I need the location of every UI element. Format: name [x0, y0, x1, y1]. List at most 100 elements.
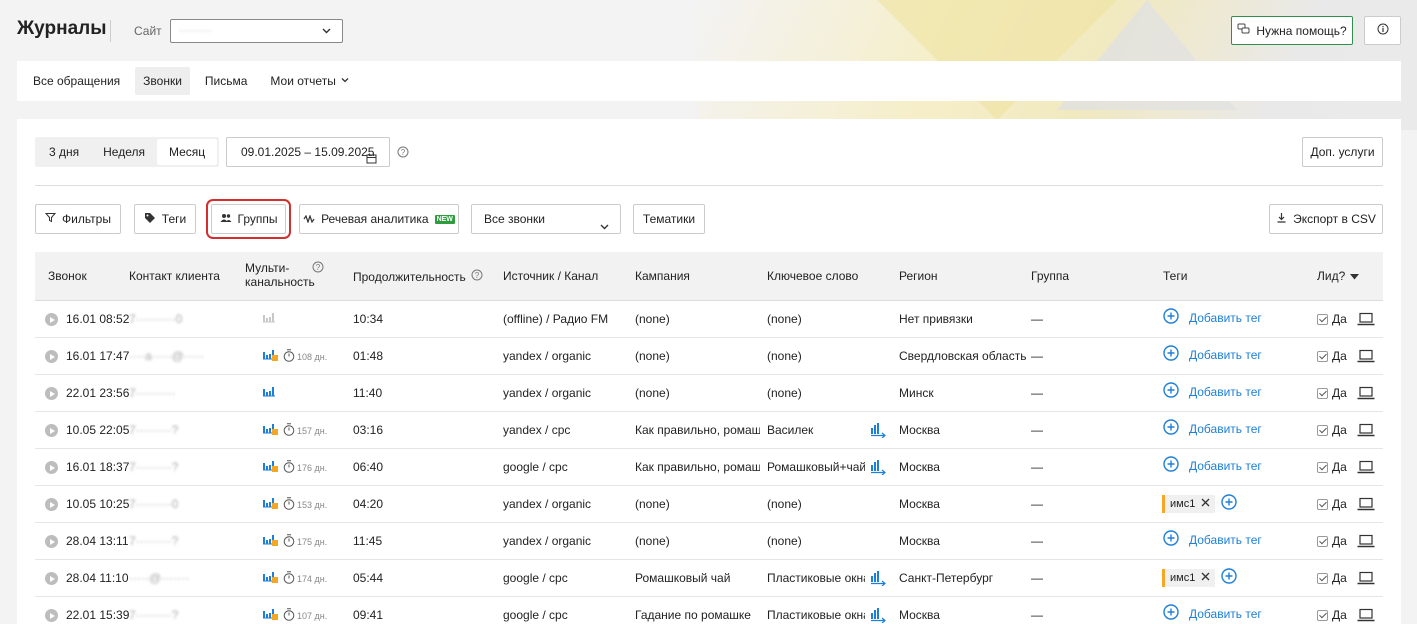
period-week[interactable]: Неделя — [91, 139, 157, 165]
laptop-icon[interactable] — [1357, 312, 1375, 329]
lead-checkbox[interactable] — [1317, 498, 1328, 510]
col-keyword[interactable]: Ключевое слово — [767, 269, 858, 283]
laptop-icon[interactable] — [1357, 534, 1375, 551]
play-icon[interactable] — [45, 535, 58, 548]
keyword-stats-icon[interactable] — [870, 607, 888, 624]
play-icon[interactable] — [45, 424, 58, 437]
lead-flag[interactable]: Да — [1317, 571, 1347, 585]
multichannel-cell[interactable]: 175 дн. — [263, 533, 327, 550]
play-icon[interactable] — [45, 461, 58, 474]
tag[interactable]: имс1 — [1162, 494, 1216, 513]
tab-calls[interactable]: Звонки — [135, 67, 190, 95]
client-contact[interactable]: 7·········? — [129, 423, 229, 437]
tab-all-requests[interactable]: Все обращения — [25, 67, 128, 95]
col-region[interactable]: Регион — [899, 269, 938, 283]
play-icon[interactable] — [45, 609, 58, 622]
add-tag-button[interactable]: Добавить тег — [1163, 456, 1262, 475]
table-row[interactable]: 22.01 23:56 7·········· 11:40 yandex / orga… — [35, 375, 1383, 412]
col-tags[interactable]: Теги — [1163, 269, 1187, 283]
laptop-icon[interactable] — [1357, 423, 1375, 440]
groups-button[interactable]: Группы — [206, 199, 291, 239]
table-row[interactable]: 16.01 18:37 7·········? 176 дн. 06:40 google… — [35, 449, 1383, 486]
export-csv-button[interactable]: Экспорт в CSV — [1269, 204, 1383, 234]
calls-type-select[interactable]: Все звонки — [471, 204, 621, 234]
info-button[interactable] — [1364, 16, 1401, 45]
lead-checkbox[interactable] — [1317, 609, 1328, 621]
laptop-icon[interactable] — [1357, 460, 1375, 477]
tags-button[interactable]: Теги — [134, 204, 196, 234]
add-tag-button[interactable]: Добавить тег — [1163, 308, 1262, 327]
laptop-icon[interactable] — [1357, 349, 1375, 366]
multichannel-cell[interactable] — [263, 311, 279, 328]
client-contact[interactable]: 7·········? — [129, 608, 229, 622]
lead-flag[interactable]: Да — [1317, 312, 1347, 326]
period-month[interactable]: Месяц — [157, 139, 218, 165]
table-row[interactable]: 10.05 22:05 7·········? 157 дн. 03:16 yandex… — [35, 412, 1383, 449]
keyword-stats-icon[interactable] — [870, 570, 888, 589]
play-icon[interactable] — [45, 572, 58, 585]
table-row[interactable]: 16.01 08:52 7··········0 10:34 (offline) / … — [35, 301, 1383, 338]
lead-checkbox[interactable] — [1317, 461, 1328, 473]
col-campaign[interactable]: Кампания — [635, 269, 690, 283]
lead-checkbox[interactable] — [1317, 535, 1328, 547]
client-contact[interactable]: 7··········0 — [129, 312, 229, 326]
speech-analytics-button[interactable]: Речевая аналитика NEW — [299, 204, 459, 234]
client-contact[interactable]: 7·········? — [129, 534, 229, 548]
lead-checkbox[interactable] — [1317, 424, 1328, 436]
play-icon[interactable] — [45, 313, 58, 326]
lead-checkbox[interactable] — [1317, 313, 1328, 325]
client-contact[interactable]: ····a·····@····· — [129, 349, 229, 363]
table-row[interactable]: 28.04 11:10 ·····@······· 174 дн. 05:44 goog… — [35, 560, 1383, 597]
site-select[interactable]: ········· — [170, 19, 343, 43]
add-tag-icon[interactable] — [1221, 494, 1238, 513]
lead-flag[interactable]: Да — [1317, 460, 1347, 474]
play-icon[interactable] — [45, 350, 58, 363]
lead-flag[interactable]: Да — [1317, 386, 1347, 400]
add-tag-button[interactable]: Добавить тег — [1163, 382, 1262, 401]
lead-checkbox[interactable] — [1317, 387, 1328, 399]
play-icon[interactable] — [45, 498, 58, 511]
help-button[interactable]: Нужна помощь? — [1231, 16, 1353, 45]
multichannel-cell[interactable]: 153 дн. — [263, 496, 327, 513]
question-icon[interactable]: ? — [312, 261, 324, 276]
table-row[interactable]: 22.01 15:39 7·········? 107 дн. 09:41 google… — [35, 597, 1383, 624]
close-icon[interactable] — [1201, 498, 1210, 510]
laptop-icon[interactable] — [1357, 386, 1375, 403]
period-3-days[interactable]: 3 дня — [37, 139, 91, 165]
extra-services-button[interactable]: Доп. услуги — [1302, 137, 1383, 167]
topics-button[interactable]: Тематики — [633, 204, 705, 234]
laptop-icon[interactable] — [1357, 497, 1375, 514]
multichannel-cell[interactable]: 174 дн. — [263, 570, 327, 587]
filters-button[interactable]: Фильтры — [35, 204, 121, 234]
client-contact[interactable]: 7·········0 — [129, 497, 229, 511]
close-icon[interactable] — [1201, 572, 1210, 584]
tab-emails[interactable]: Письма — [197, 67, 256, 95]
tag[interactable]: имс1 — [1162, 568, 1216, 587]
client-contact[interactable]: 7·········· — [129, 386, 229, 400]
col-duration[interactable]: Продолжительность ? — [353, 269, 483, 284]
col-call[interactable]: Звонок — [48, 269, 87, 283]
lead-flag[interactable]: Да — [1317, 497, 1347, 511]
lead-flag[interactable]: Да — [1317, 608, 1347, 622]
table-row[interactable]: 16.01 17:47 ····a·····@····· 108 дн. 01:48 y… — [35, 338, 1383, 375]
add-tag-button[interactable]: Добавить тег — [1163, 419, 1262, 438]
keyword-stats-icon[interactable] — [870, 422, 888, 441]
question-icon[interactable]: ? — [397, 146, 409, 161]
multichannel-cell[interactable]: 157 дн. — [263, 422, 327, 439]
col-lead[interactable]: Лид? — [1317, 269, 1360, 283]
add-tag-icon[interactable] — [1221, 568, 1238, 587]
play-icon[interactable] — [45, 387, 58, 400]
col-multichannel[interactable]: Мульти- канальность — [245, 261, 315, 289]
multichannel-cell[interactable]: 107 дн. — [263, 607, 327, 624]
keyword-stats-icon[interactable] — [870, 459, 888, 478]
client-contact[interactable]: 7·········? — [129, 460, 229, 474]
lead-flag[interactable]: Да — [1317, 534, 1347, 548]
col-group[interactable]: Группа — [1031, 269, 1069, 283]
col-source[interactable]: Источник / Канал — [503, 269, 598, 283]
add-tag-button[interactable]: Добавить тег — [1163, 530, 1262, 549]
multichannel-cell[interactable]: 176 дн. — [263, 459, 327, 476]
tab-my-reports[interactable]: Мои отчеты — [262, 67, 357, 95]
col-contact[interactable]: Контакт клиента — [129, 269, 220, 283]
multichannel-cell[interactable]: 108 дн. — [263, 348, 327, 365]
date-range-input[interactable]: 09.01.2025 – 15.09.2025 — [226, 137, 390, 167]
